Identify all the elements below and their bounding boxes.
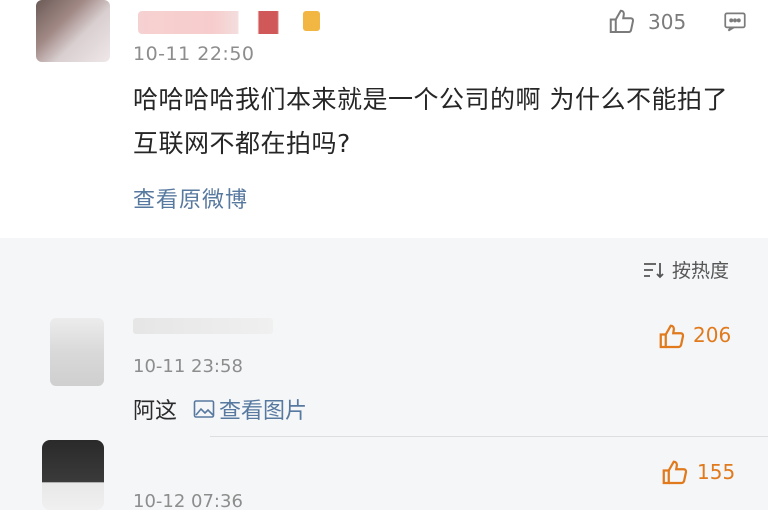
comment-divider [210, 436, 768, 437]
comment-like-button[interactable] [660, 458, 690, 492]
comment-button[interactable] [722, 9, 748, 35]
view-image-link[interactable]: 查看图片 [193, 393, 307, 425]
comment-text: 阿这 [133, 399, 178, 424]
sort-by-hot-button[interactable]: 按热度 [642, 256, 729, 283]
comment-timestamp: 10-11 23:58 [133, 356, 243, 377]
sort-label: 按热度 [672, 260, 730, 282]
thumbs-up-icon [662, 460, 688, 485]
commenter-avatar[interactable] [42, 440, 104, 510]
comment-like-count: 155 [697, 460, 736, 484]
vip-badge [303, 11, 320, 31]
thumbs-up-icon [609, 9, 635, 33]
comment-icon [724, 12, 746, 32]
post-text: 哈哈哈哈我们本来就是一个公司的啊 为什么不能拍了 互联网不都在拍吗? [133, 85, 728, 158]
commenter-avatar[interactable] [50, 318, 104, 386]
avatar[interactable] [36, 0, 110, 62]
username-blurred[interactable] [138, 11, 304, 34]
image-icon [193, 400, 215, 418]
like-button[interactable] [607, 7, 637, 41]
commenter-name-blurred[interactable] [133, 318, 273, 334]
comment-timestamp: 10-12 07:36 [133, 491, 243, 512]
post-timestamp: 10-11 22:50 [133, 43, 255, 65]
thumbs-up-icon [659, 324, 685, 349]
comment-like-count: 206 [693, 323, 732, 347]
sort-icon [644, 262, 664, 278]
view-original-link[interactable]: 查看原微博 [133, 182, 248, 214]
view-image-label: 查看图片 [219, 399, 308, 424]
comment-like-button[interactable] [657, 322, 687, 356]
like-count: 305 [648, 10, 687, 34]
